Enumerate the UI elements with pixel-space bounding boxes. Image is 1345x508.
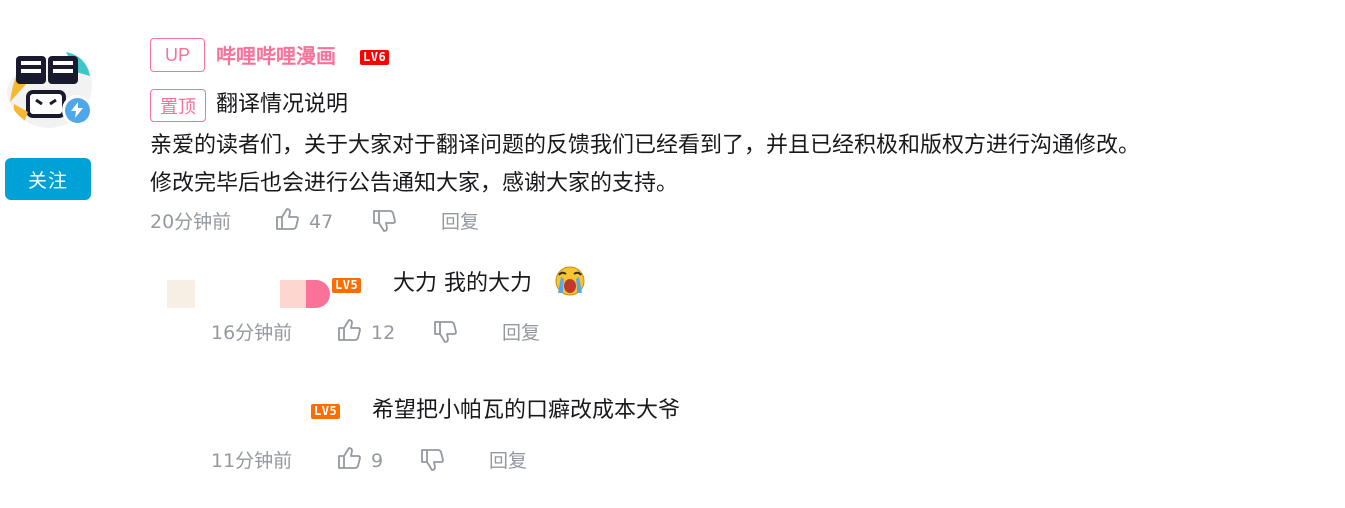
reply-text: 大力 我的大力 bbox=[393, 271, 532, 296]
lightning-icon bbox=[71, 102, 83, 118]
thumb-up-icon[interactable] bbox=[336, 317, 362, 343]
level-badge: LV6 bbox=[360, 50, 390, 65]
lightning-badge bbox=[62, 95, 92, 125]
comment-line: 修改完毕后也会进行公告通知大家，感谢大家的支持。 bbox=[150, 171, 679, 196]
like-count: 9 bbox=[371, 450, 384, 472]
thumb-down-icon[interactable] bbox=[432, 319, 458, 345]
comment-body: 亲爱的读者们，关于大家对于翻译问题的反馈我们已经看到了，并且已经积极和版权方进行… bbox=[150, 127, 1330, 203]
crying-face-emoji bbox=[555, 266, 585, 296]
like-count: 12 bbox=[371, 322, 396, 344]
thumb-down-icon[interactable] bbox=[371, 208, 397, 234]
reply-time: 11分钟前 bbox=[211, 450, 293, 472]
reply-button[interactable]: 回复 bbox=[441, 210, 479, 234]
reply-username[interactable] bbox=[280, 280, 308, 308]
comment-line: 亲爱的读者们，关于大家对于翻译问题的反馈我们已经看到了，并且已经积极和版权方进行… bbox=[150, 133, 1141, 158]
username[interactable]: 哔哩哔哩漫画 bbox=[216, 43, 336, 69]
comment-time: 20分钟前 bbox=[150, 211, 232, 233]
pinned-tag: 置顶 bbox=[150, 89, 206, 122]
reply-time: 16分钟前 bbox=[211, 322, 293, 344]
level-badge: LV5 bbox=[332, 278, 362, 293]
thumb-up-icon[interactable] bbox=[274, 206, 300, 232]
up-tag: UP bbox=[150, 38, 205, 72]
reply-button[interactable]: 回复 bbox=[502, 321, 540, 345]
like-count: 47 bbox=[309, 211, 334, 233]
reply-text: 希望把小帕瓦的口癖改成本大爷 bbox=[372, 398, 681, 423]
follow-button[interactable]: 关注 bbox=[5, 158, 91, 200]
reply-username-decoration bbox=[306, 280, 330, 308]
thumb-down-icon[interactable] bbox=[419, 447, 445, 473]
thumb-up-icon[interactable] bbox=[336, 445, 362, 471]
reply-avatar bbox=[167, 280, 195, 308]
pinned-title: 翻译情况说明 bbox=[216, 92, 349, 117]
level-badge: LV5 bbox=[311, 404, 341, 419]
reply-button[interactable]: 回复 bbox=[489, 449, 527, 473]
